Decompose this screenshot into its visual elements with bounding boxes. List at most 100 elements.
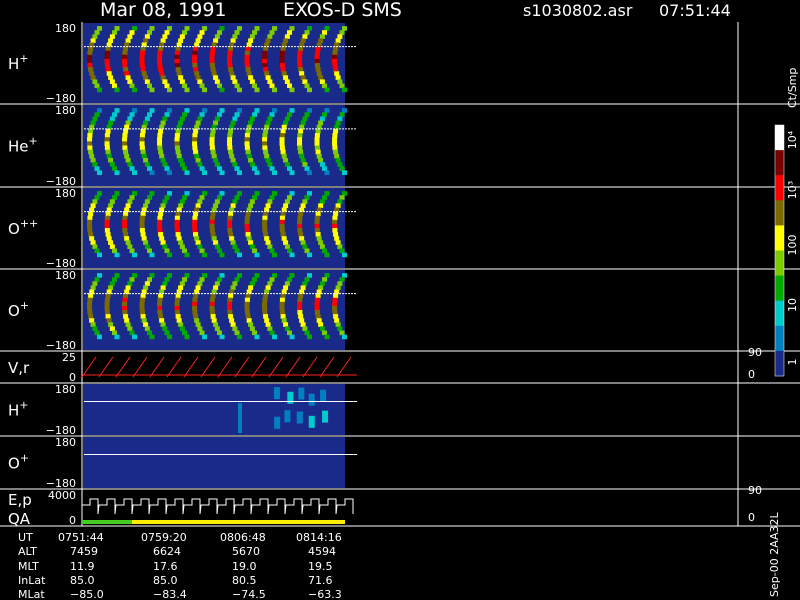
spectrogram-cell — [175, 46, 181, 52]
spectrogram-cell — [178, 203, 184, 208]
spectrogram-cell — [182, 195, 188, 200]
spectrogram-cell — [267, 79, 273, 84]
spectrogram-cell — [227, 50, 233, 56]
spectrogram-cell — [140, 211, 146, 217]
spectrogram-cell — [104, 223, 110, 229]
spectrogram-cell — [97, 87, 102, 93]
spectrogram-cell — [211, 236, 217, 241]
spectrogram-cell — [249, 79, 255, 84]
spectrogram-cell — [289, 87, 295, 93]
spectrogram-cell — [105, 128, 111, 134]
spectrogram-cell — [332, 310, 338, 315]
spectrogram-cell — [265, 240, 271, 245]
spectrogram-cell — [94, 83, 100, 89]
spectrogram-cell — [199, 195, 205, 200]
spectrogram-cell — [167, 191, 172, 196]
spectrogram-cell — [319, 79, 325, 84]
y-tick-top: 180 — [55, 269, 76, 282]
spectrogram-cell — [217, 112, 223, 117]
spectrogram-cell — [307, 170, 312, 176]
spectrogram-cell — [123, 46, 129, 52]
spectrogram-cell — [125, 120, 131, 126]
spectrogram-cell — [209, 141, 215, 146]
spectrogram-cell — [108, 203, 114, 208]
spectrogram-cell — [219, 273, 225, 278]
spectrogram-cell — [332, 141, 338, 146]
spectrogram-cell — [229, 153, 235, 159]
spectrogram-cell — [88, 128, 94, 134]
spectrogram-cell — [174, 223, 180, 229]
spectrogram-cell — [254, 252, 260, 258]
spectrogram-cell — [237, 87, 242, 93]
spectrogram-cell — [332, 63, 338, 68]
spectrogram-cell — [269, 248, 275, 254]
spectrogram-cell — [283, 75, 289, 80]
spectrogram-cell — [332, 58, 338, 64]
spectrogram-cell — [132, 252, 137, 258]
spectrogram-cell — [164, 83, 170, 89]
ephemeris-value: 0814:16 — [296, 531, 342, 544]
spectrogram-cell — [289, 334, 295, 340]
spectrogram-cell — [227, 215, 233, 221]
spectrogram-cell — [279, 310, 285, 315]
spectrogram-cell — [139, 54, 145, 60]
spectrogram-cell — [279, 215, 285, 221]
spectrogram-cell — [335, 322, 341, 327]
spectrogram-cell — [300, 120, 306, 126]
spectrogram-cell — [272, 334, 277, 340]
spectrogram-cell — [182, 30, 188, 35]
panel-label: V,r — [8, 359, 30, 377]
spectrogram-cell — [308, 415, 315, 428]
spectrogram-cell — [139, 133, 145, 138]
spectrogram-cell — [125, 322, 131, 327]
spectrogram-cell — [298, 211, 304, 217]
spectrogram-cell — [179, 281, 185, 286]
spectrogram-cell — [234, 112, 240, 117]
spectrogram-cell — [289, 273, 295, 278]
spectrogram-cell — [298, 387, 305, 400]
spectrogram-cell — [297, 133, 303, 138]
spectrogram-cell — [94, 248, 100, 254]
spectrogram-cell — [192, 141, 198, 146]
spectrogram-cell — [192, 50, 198, 56]
spectrogram-cell — [297, 141, 303, 146]
spectrogram-cell — [314, 215, 320, 221]
spectrogram-cell — [90, 38, 96, 43]
spectrogram-cell — [160, 157, 166, 163]
spectrogram-cell — [262, 137, 268, 142]
spectrogram-cell — [94, 330, 100, 336]
spectrogram-cell — [227, 310, 233, 315]
spectrogram-cell — [108, 285, 114, 290]
spectrogram-cell — [192, 215, 198, 221]
spectrogram-cell — [245, 314, 251, 319]
spectrogram-cell — [164, 330, 170, 336]
spectrogram-cell — [227, 141, 233, 146]
spectrogram-cell — [197, 162, 203, 167]
spectrogram-cell — [202, 191, 207, 196]
spectrogram-cell — [104, 137, 110, 142]
spectrogram-cell — [287, 248, 293, 254]
spectrogram-cell — [324, 252, 330, 258]
spectrogram-cell — [315, 314, 321, 319]
spectrogram-cell — [157, 50, 163, 56]
spectrogram-cell — [158, 128, 164, 134]
spectrogram-cell — [209, 215, 215, 221]
spectrogram-cell — [280, 211, 286, 217]
spectrogram-cell — [139, 145, 145, 151]
spectrogram-cell — [252, 30, 258, 35]
spectrogram-cell — [302, 326, 308, 331]
spectrogram-cell — [157, 63, 163, 68]
spectrogram-cell — [89, 153, 95, 159]
spectrogram-cell — [227, 137, 233, 142]
spectrogram-cell — [87, 228, 93, 233]
spectrogram-cell — [274, 416, 281, 429]
spectrogram-cell — [192, 137, 198, 142]
spectrogram-cell — [318, 38, 324, 43]
y-tick-top: 180 — [55, 22, 76, 35]
spectrogram-cell — [219, 170, 225, 176]
spectrogram-cell — [342, 252, 347, 258]
spectrogram-cell — [90, 322, 96, 327]
spectrogram-cell — [254, 26, 260, 31]
spectrogram-cell — [209, 223, 215, 229]
spectrogram-cell — [316, 71, 322, 76]
